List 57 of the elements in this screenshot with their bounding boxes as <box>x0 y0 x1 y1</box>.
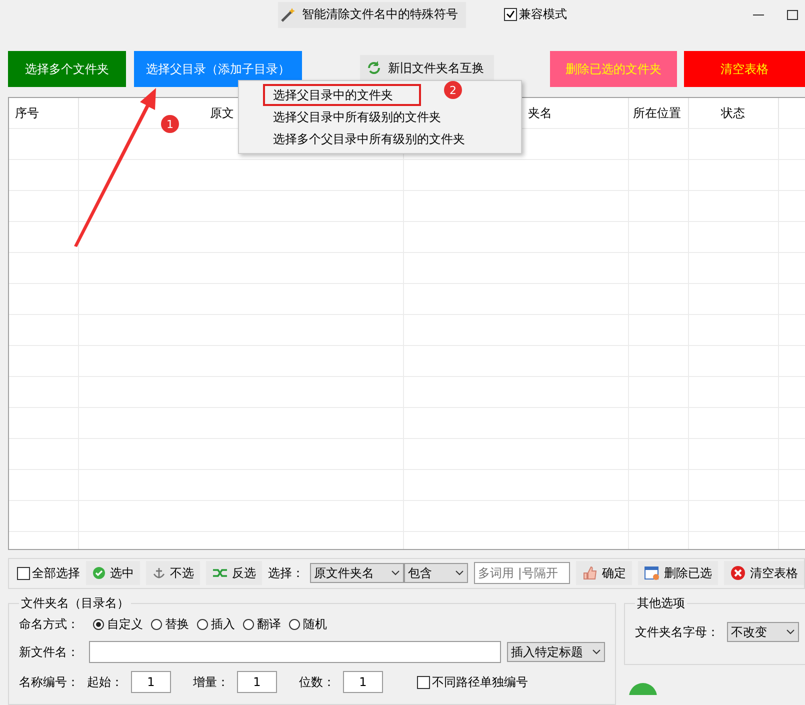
numbering-field-label: 增量： <box>193 674 229 690</box>
action-button[interactable]: 清空表格 <box>724 561 804 586</box>
start-button-icon[interactable] <box>628 681 658 695</box>
top-button[interactable]: 清空表格 <box>684 51 805 88</box>
maximize-icon[interactable] <box>786 8 800 22</box>
mode-label: 命名方式： <box>19 616 79 633</box>
magic-wand-icon <box>280 6 296 23</box>
check-icon <box>92 566 106 580</box>
number-field[interactable]: 1 <box>237 671 277 693</box>
select-tool-button[interactable]: 反选 <box>206 561 262 586</box>
refresh-icon <box>366 60 382 76</box>
case-dropdown[interactable]: 不改变 <box>727 622 799 642</box>
swap-names-button[interactable]: 新旧文件夹名互换 <box>360 55 494 82</box>
group-title: 文件夹名（目录名） <box>20 595 130 612</box>
new-name-label: 新文件名： <box>19 644 80 660</box>
numbering-field-label: 位数： <box>299 674 335 690</box>
number-field[interactable]: 1 <box>343 671 383 693</box>
insert-title-dropdown[interactable]: 插入特定标题 <box>507 642 605 662</box>
caret-icon <box>786 629 795 635</box>
mode-radio[interactable]: 随机 <box>289 616 327 633</box>
column-header: 序号 <box>9 98 79 128</box>
menu-item[interactable]: 选择多个父目录中所有级别的文件夹 <box>263 128 521 150</box>
action-button[interactable]: 确定 <box>576 561 632 586</box>
caret-icon <box>391 570 400 576</box>
anchor-icon <box>152 566 166 580</box>
filter-field[interactable]: 多词用 |号隔开 <box>474 562 570 584</box>
number-field[interactable]: 1 <box>131 671 171 693</box>
column-header: 所在位置 <box>629 98 689 128</box>
window-title: 智能清除文件名中的特殊符号 <box>302 6 458 24</box>
top-button[interactable]: 选择父目录（添加子目录） <box>134 51 302 88</box>
select-tool-button[interactable]: 不选 <box>146 561 200 586</box>
caret-icon <box>455 570 464 576</box>
field-dropdown[interactable]: 原文件夹名 <box>310 563 404 584</box>
new-name-field[interactable] <box>89 641 501 663</box>
top-button[interactable]: 选择多个文件夹 <box>8 51 126 88</box>
mode-radio[interactable]: 替换 <box>151 616 189 633</box>
select-tool-button[interactable]: 选中 <box>86 561 140 586</box>
group-title: 其他选项 <box>636 595 686 612</box>
case-label: 文件夹名字母： <box>635 624 719 640</box>
caret-icon <box>592 649 601 655</box>
action-button[interactable]: 删除已选 <box>638 561 718 586</box>
numbering-field-label: 起始： <box>87 674 123 690</box>
window-icon <box>644 565 660 582</box>
thumbs-up-icon <box>582 565 598 582</box>
clear-icon <box>730 565 746 582</box>
mode-radio[interactable]: 插入 <box>197 616 235 633</box>
select-all-checkbox[interactable]: 全部选择 <box>17 564 80 582</box>
check-mark-icon <box>506 10 515 20</box>
select-label: 选择： <box>268 564 304 582</box>
menu-item[interactable]: 选择父目录中的文件夹 <box>263 84 421 106</box>
match-dropdown[interactable]: 包含 <box>404 563 468 584</box>
column-header: 状态 <box>689 98 779 128</box>
numbering-label: 名称编号： <box>19 674 79 690</box>
compat-mode-checkbox[interactable]: 兼容模式 <box>504 6 567 24</box>
mode-radio[interactable]: 自定义 <box>93 616 143 633</box>
mode-radio[interactable]: 翻译 <box>243 616 281 633</box>
separate-numbering-checkbox[interactable]: 不同路径单独编号 <box>417 674 528 690</box>
